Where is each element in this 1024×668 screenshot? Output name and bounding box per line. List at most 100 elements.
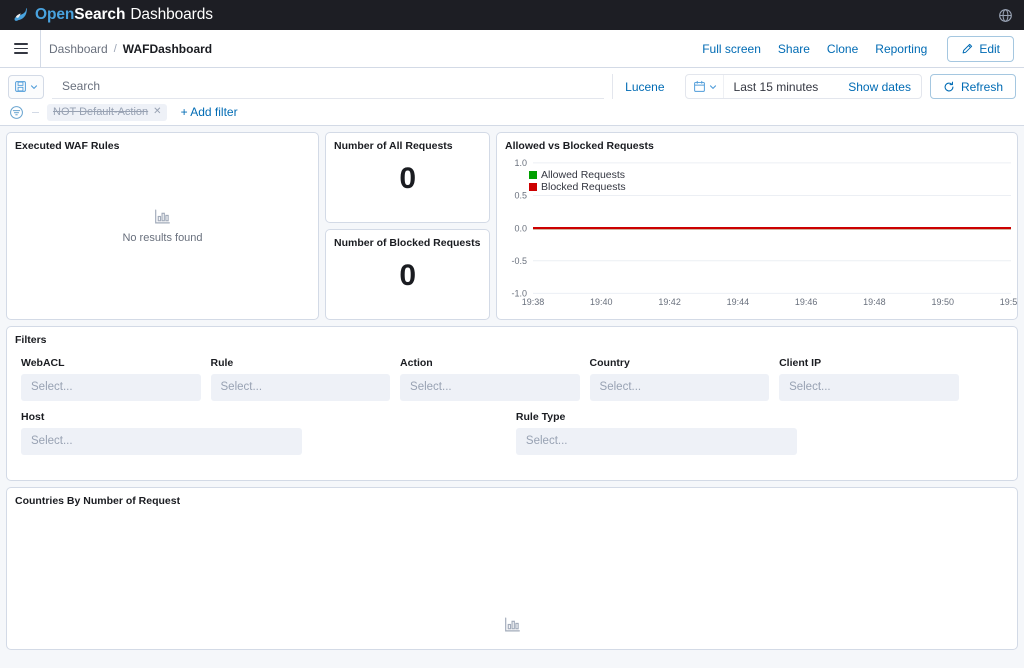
filter-select-rule[interactable]	[211, 374, 391, 401]
x-tick-label: 19:42	[658, 297, 681, 307]
panel-title: Executed WAF Rules	[7, 133, 318, 153]
panel-number-of-all-requests: Number of All Requests 0	[325, 132, 490, 223]
refresh-icon	[943, 81, 955, 93]
x-tick-label: 19:38	[522, 297, 545, 307]
bar-chart-icon	[154, 208, 171, 225]
filter-label-country: Country	[590, 357, 770, 369]
filter-bar: NOT Default-Action ✕ + Add filter	[0, 99, 1024, 126]
top-nav-bar: Dashboard / WAFDashboard Full screen Sha…	[0, 30, 1024, 68]
edit-button[interactable]: Edit	[947, 36, 1014, 62]
pencil-icon	[961, 43, 973, 55]
y-tick-label: 0.0	[514, 223, 527, 233]
brand-header-right	[996, 6, 1014, 24]
chart-x-tick-labels: 19:3819:4019:4219:4419:4619:4819:5019:52	[522, 297, 1017, 307]
panel-title: Number of All Requests	[326, 133, 489, 153]
x-tick-label: 19:40	[590, 297, 613, 307]
query-bar: Lucene Last 15 minutes Show dates Refres…	[0, 68, 1024, 99]
dashboard-grid: Executed WAF Rules No results found Numb…	[0, 126, 1024, 668]
time-range-display[interactable]: Last 15 minutes	[724, 75, 829, 98]
filter-select-host[interactable]	[21, 428, 302, 455]
date-picker-quick-menu-button[interactable]	[686, 75, 724, 98]
brand-header: OpenSearch Dashboards	[0, 0, 1024, 30]
query-language-button[interactable]: Lucene	[612, 74, 676, 99]
empty-state: No results found	[7, 208, 318, 244]
save-disk-icon	[14, 80, 27, 93]
panel-countries-by-number-of-request: Countries By Number of Request	[6, 487, 1018, 650]
panel-number-of-blocked-requests: Number of Blocked Requests 0	[325, 229, 490, 320]
legend-item[interactable]: Allowed Requests	[529, 169, 626, 181]
filter-field-rule: Rule	[211, 357, 401, 401]
filter-settings-icon[interactable]	[8, 104, 24, 120]
chart-legend: Allowed RequestsBlocked Requests	[529, 169, 626, 193]
legend-item[interactable]: Blocked Requests	[529, 181, 626, 193]
nav-actions: Full screen Share Clone Reporting Edit	[702, 36, 1014, 62]
x-tick-label: 19:52	[1000, 297, 1017, 307]
empty-state-text: No results found	[122, 232, 202, 244]
filter-label-host: Host	[21, 411, 302, 423]
search-input[interactable]	[52, 74, 604, 98]
filter-field-country: Country	[590, 357, 780, 401]
empty-state	[7, 616, 1017, 633]
x-tick-label: 19:44	[727, 297, 750, 307]
metric-value: 0	[326, 259, 489, 293]
filters-grid: WebACL Rule Action Country Client IP Host Rule…	[7, 347, 1017, 465]
panel-title: Countries By Number of Request	[7, 488, 1017, 508]
filter-label-rule: Rule	[211, 357, 391, 369]
metric-value: 0	[326, 162, 489, 196]
filter-field-webacl: WebACL	[21, 357, 211, 401]
show-dates-button[interactable]: Show dates	[828, 75, 921, 98]
breadcrumb-current: WAFDashboard	[123, 42, 212, 56]
filter-select-rule-type[interactable]	[516, 428, 797, 455]
panel-title: Filters	[7, 327, 1017, 347]
filter-select-country[interactable]	[590, 374, 770, 401]
legend-label: Blocked Requests	[541, 181, 626, 193]
full-screen-button[interactable]: Full screen	[702, 42, 761, 56]
y-tick-label: 0.5	[514, 191, 527, 201]
dataset-selector-button[interactable]	[8, 75, 44, 99]
share-button[interactable]: Share	[778, 42, 810, 56]
globe-icon[interactable]	[996, 6, 1014, 24]
refresh-button[interactable]: Refresh	[930, 74, 1016, 99]
hamburger-line	[14, 52, 28, 54]
breadcrumb-separator: /	[114, 43, 117, 55]
filter-pill-not-default-action[interactable]: NOT Default-Action ✕	[47, 104, 167, 121]
chart-y-tick-labels: 1.00.50.0-0.5-1.0	[512, 158, 528, 298]
filter-select-action[interactable]	[400, 374, 580, 401]
breadcrumb-dashboard[interactable]: Dashboard	[49, 42, 108, 56]
filter-settings-icon-glyph	[9, 105, 24, 120]
globe-icon-glyph	[998, 8, 1013, 23]
legend-swatch-icon	[529, 171, 537, 179]
filter-label-webacl: WebACL	[21, 357, 201, 369]
x-tick-label: 19:50	[931, 297, 954, 307]
brand-search: Search	[74, 6, 125, 23]
brand-open: Open	[35, 6, 74, 23]
legend-swatch-icon	[529, 183, 537, 191]
dashboard-row-1: Executed WAF Rules No results found Numb…	[6, 132, 1018, 320]
nav-divider	[40, 30, 41, 68]
brand-title: OpenSearch Dashboards	[35, 6, 213, 24]
filter-select-client-ip[interactable]	[779, 374, 959, 401]
filter-label-client-ip: Client IP	[779, 357, 959, 369]
add-filter-button[interactable]: + Add filter	[181, 105, 238, 119]
hamburger-line	[14, 48, 28, 50]
y-tick-label: -0.5	[512, 256, 528, 266]
chevron-down-icon	[708, 82, 718, 92]
filter-label-rule-type: Rule Type	[516, 411, 797, 423]
filter-label-action: Action	[400, 357, 580, 369]
clone-button[interactable]: Clone	[827, 42, 858, 56]
filter-field-client-ip: Client IP	[779, 357, 969, 401]
metric-panel-column: Number of All Requests 0 Number of Block…	[325, 132, 490, 320]
panel-executed-waf-rules: Executed WAF Rules No results found	[6, 132, 319, 320]
panel-title: Allowed vs Blocked Requests	[497, 133, 1017, 153]
brand-dashboards: Dashboards	[130, 6, 213, 23]
hamburger-menu-icon[interactable]	[6, 34, 36, 64]
reporting-button[interactable]: Reporting	[875, 42, 927, 56]
panel-title: Number of Blocked Requests	[326, 230, 489, 250]
x-tick-label: 19:48	[863, 297, 886, 307]
filter-field-rule-type: Rule Type	[516, 411, 807, 455]
opensearch-logo-icon	[10, 4, 32, 26]
edit-button-label: Edit	[979, 42, 1000, 56]
close-icon[interactable]: ✕	[153, 107, 161, 117]
filter-select-webacl[interactable]	[21, 374, 201, 401]
filter-field-action: Action	[400, 357, 590, 401]
